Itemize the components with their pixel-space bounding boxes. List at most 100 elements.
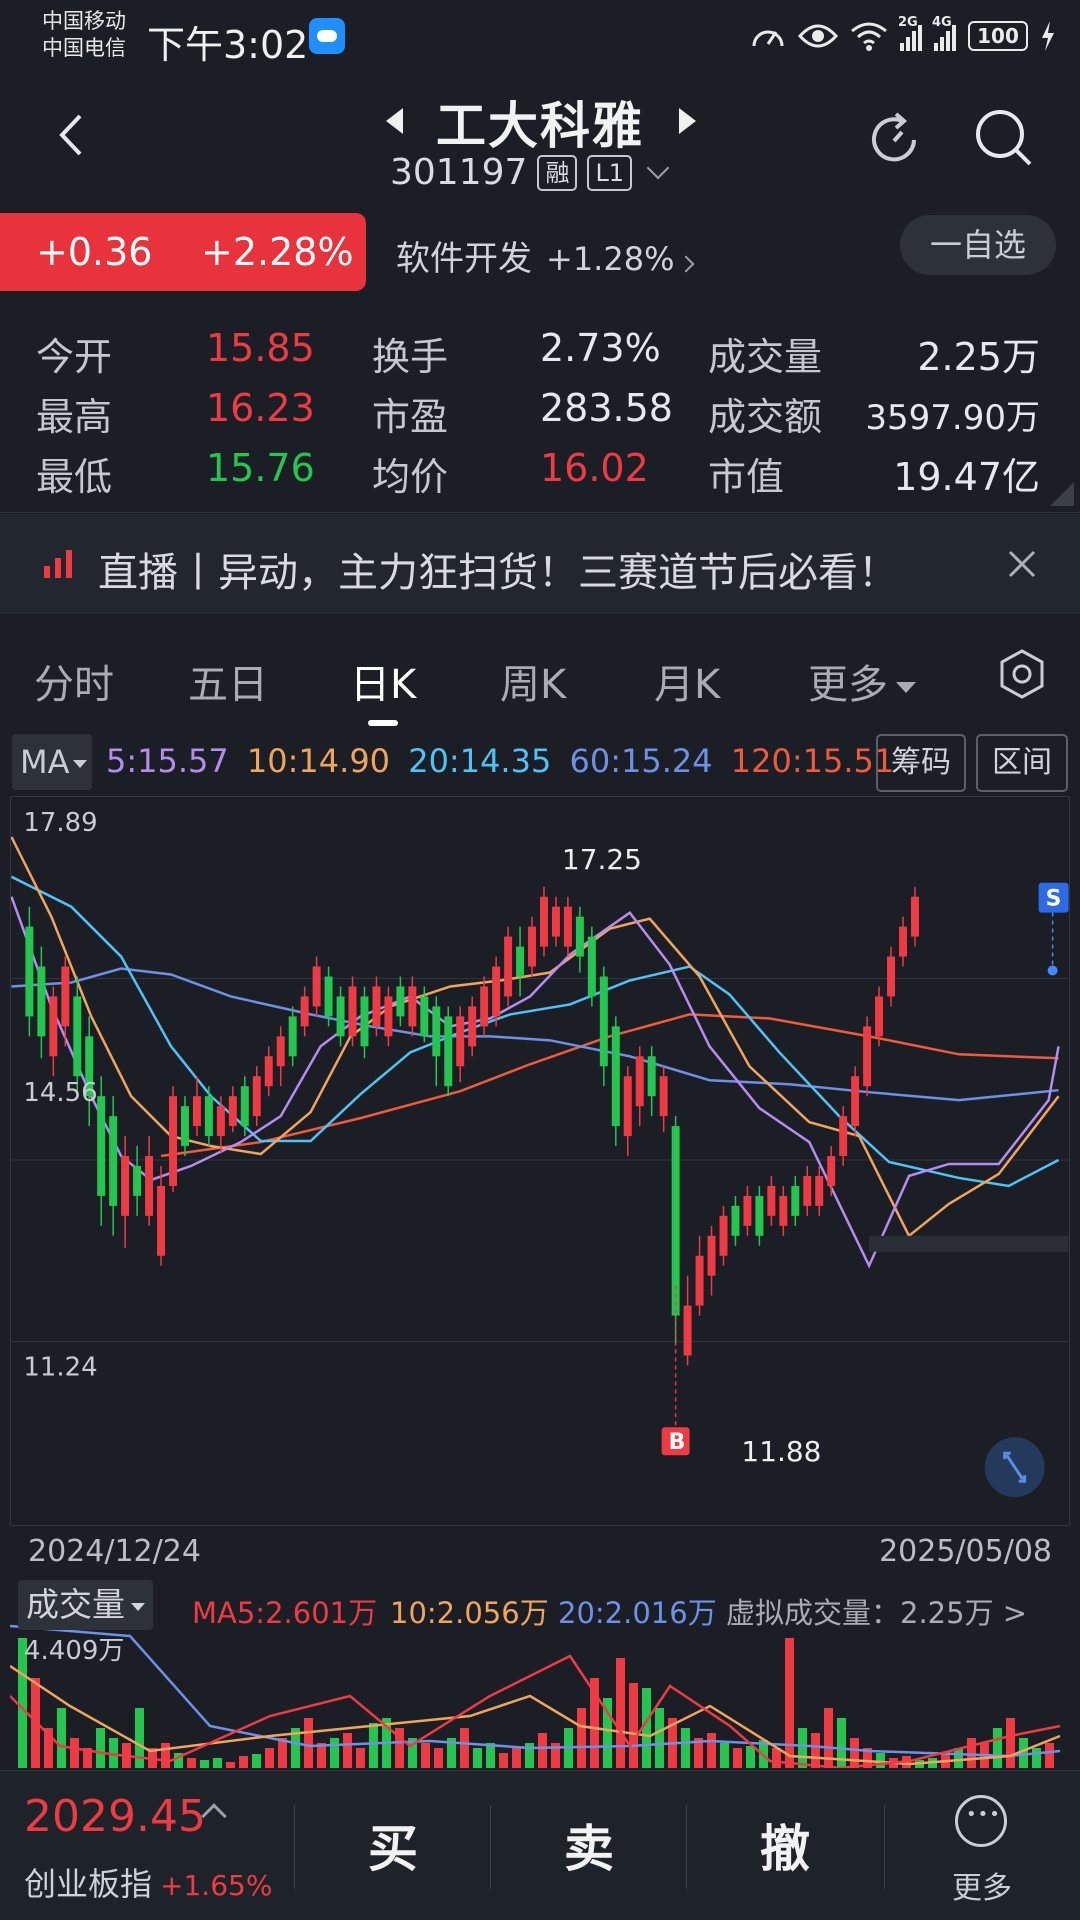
amount-value: 3597.90万 <box>865 398 1040 438</box>
more-icon[interactable] <box>955 1795 1007 1847</box>
volume-bar <box>629 1683 638 1768</box>
news-banner[interactable]: 直播丨异动，主力狂扫货！三赛道节后必看！ <box>0 514 1080 614</box>
candle-body <box>492 966 501 1017</box>
ma-selector[interactable]: MA <box>12 734 92 790</box>
volume-bar <box>96 1728 105 1768</box>
ma5-value: 5:15.57 <box>106 742 229 780</box>
carrier-2: 中国电信 <box>42 36 126 60</box>
candle-body <box>288 1016 297 1057</box>
more-button[interactable]: 更多 <box>952 1863 1012 1907</box>
candle-body <box>25 926 34 1017</box>
buy-marker-label: B <box>669 1430 686 1455</box>
volume-bar <box>200 1760 209 1768</box>
candle-body <box>109 1116 118 1206</box>
chevron-down-icon[interactable] <box>646 156 670 179</box>
stock-code: 301197 <box>390 152 528 193</box>
settings-icon[interactable] <box>996 648 1048 700</box>
refresh-icon[interactable] <box>862 108 926 172</box>
pe-value: 283.58 <box>540 386 673 430</box>
stock-code-line[interactable]: 301197 融 L1 <box>390 152 670 193</box>
volume-label: 成交量 <box>708 335 823 379</box>
price-axis-bottom: 11.24 <box>23 1352 97 1382</box>
open-label: 今开 <box>36 335 113 379</box>
candle-body <box>683 1305 692 1356</box>
caret-down-icon <box>896 681 916 693</box>
turnover-value: 2.73% <box>540 326 661 370</box>
change-row: +0.36 +2.28% 软件开发 +1.28% 一自选 <box>0 213 1080 291</box>
price-change-pill: +0.36 +2.28% <box>0 213 366 291</box>
chips-button[interactable]: 筹码 <box>876 734 966 792</box>
volume-bar <box>57 1708 66 1768</box>
volume-bar <box>954 1748 963 1768</box>
search-icon[interactable] <box>972 106 1036 170</box>
sector-link[interactable]: 软件开发 +1.28% <box>396 231 695 280</box>
expand-corner-icon[interactable] <box>1050 482 1074 506</box>
close-icon[interactable] <box>1006 548 1038 580</box>
candle-body <box>743 1195 752 1226</box>
ma20-line <box>11 875 1060 1188</box>
volume-bar <box>1032 1748 1041 1768</box>
range-button[interactable]: 区间 <box>976 734 1068 792</box>
candle-body <box>910 896 919 937</box>
open-value: 15.85 <box>206 326 315 370</box>
volume-bar <box>1006 1718 1015 1768</box>
cancel-order-button[interactable]: 撤 <box>760 1809 810 1881</box>
price-zone-band <box>869 1235 1069 1252</box>
tab-five-day[interactable]: 五日 <box>188 652 268 710</box>
volume-selector[interactable]: 成交量 <box>18 1580 153 1630</box>
candle-body <box>420 996 429 1037</box>
turnover-label: 换手 <box>372 335 449 379</box>
change-amount: +0.36 <box>36 230 153 274</box>
tab-daily-k[interactable]: 日K <box>350 652 416 710</box>
speed-icon <box>752 30 784 47</box>
candle-body <box>384 996 393 1037</box>
candle-body <box>252 1076 261 1117</box>
volume-bar <box>616 1658 625 1768</box>
candle-body <box>97 1096 106 1196</box>
candle-body <box>575 916 584 957</box>
low-value: 15.76 <box>206 446 315 490</box>
ma60-line <box>11 967 1059 1102</box>
volume-bar <box>252 1754 261 1768</box>
status-time: 下午3:02 <box>147 23 309 67</box>
volume-bar <box>876 1753 885 1768</box>
candle-body <box>456 1016 465 1067</box>
volume-bar <box>421 1743 430 1768</box>
high-price-label: 17.25 <box>562 843 642 876</box>
candle-body <box>528 926 537 967</box>
volume-bar <box>460 1728 469 1768</box>
tab-monthly-k[interactable]: 月K <box>654 652 720 710</box>
candle-body <box>563 906 572 947</box>
candle-body <box>827 1156 836 1186</box>
volume-bar <box>655 1708 664 1768</box>
volume-bar <box>850 1738 859 1768</box>
tab-intraday[interactable]: 分时 <box>34 652 114 710</box>
candle-body <box>899 926 907 957</box>
candle-body <box>587 936 596 997</box>
virtual-volume-link[interactable]: 虚拟成交量：2.25万 > <box>726 1590 1027 1632</box>
high-value: 16.23 <box>206 386 315 430</box>
kline-chart[interactable]: 17.89 14.56 11.24 17.25 11.88 B S <box>10 796 1070 1526</box>
add-watchlist-button[interactable]: 一自选 <box>900 215 1056 275</box>
date-end: 2025/05/08 <box>879 1534 1052 1569</box>
volume-bar <box>1045 1743 1054 1768</box>
system-icons: 2G 4G 100 <box>750 14 1056 58</box>
volume-bar <box>343 1733 352 1768</box>
candle-body <box>504 936 513 997</box>
candle-body <box>875 996 884 1037</box>
sell-button[interactable]: 卖 <box>564 1809 614 1881</box>
status-bar: 中国移动 中国电信 下午3:02 2G 4G 100 <box>0 0 1080 72</box>
next-stock-icon[interactable] <box>679 108 696 134</box>
candle-body <box>336 996 345 1037</box>
tab-weekly-k[interactable]: 周K <box>500 652 566 710</box>
quote-row-2: 最高 16.23 市盈 283.58 成交额 3597.90万 <box>0 386 1080 446</box>
candle-body <box>300 996 309 1027</box>
candle-body <box>863 1026 872 1087</box>
candle-body <box>216 1106 225 1137</box>
buy-button[interactable]: 买 <box>368 1809 418 1881</box>
candle-body <box>599 976 608 1067</box>
weather-icon <box>309 18 345 54</box>
margin-tag: 融 <box>537 154 578 191</box>
tab-more[interactable]: 更多 <box>808 652 916 710</box>
candle-body <box>480 986 489 1027</box>
